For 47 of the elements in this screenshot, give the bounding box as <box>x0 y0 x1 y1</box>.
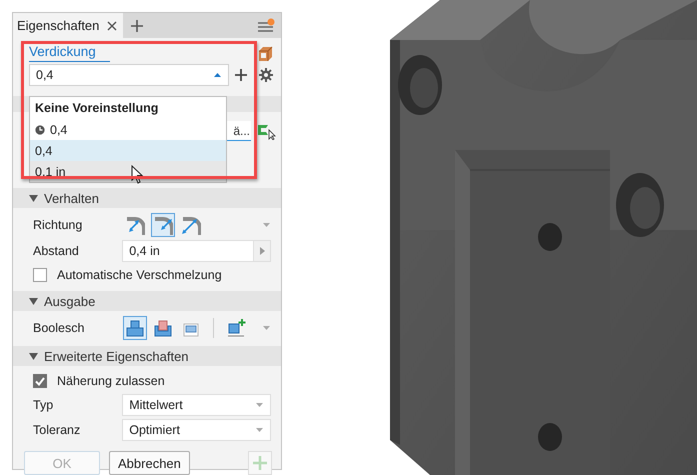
check-icon <box>35 376 45 386</box>
collapse-arrow-icon[interactable] <box>214 72 222 78</box>
cut-solid-icon <box>153 318 173 338</box>
select-field[interactable]: Optimiert <box>122 419 271 441</box>
clock-icon <box>35 124 45 134</box>
dialog-button[interactable]: Abbrechen <box>109 451 190 475</box>
dropdown-header[interactable]: Keine Voreinstellung <box>30 97 226 119</box>
add-icon[interactable] <box>235 69 247 81</box>
field-label: Abstand <box>33 244 80 258</box>
collapse-triangle-icon[interactable] <box>29 352 38 360</box>
field-label: Boolesch <box>33 321 86 335</box>
feature-title[interactable]: Verdickung <box>29 44 110 62</box>
field-label: Typ <box>33 398 54 412</box>
dropdown-arrow-icon[interactable] <box>255 427 264 433</box>
input-field[interactable]: 0,4 in <box>122 240 271 262</box>
cube-icon[interactable] <box>257 46 273 62</box>
panel-tab[interactable]: Eigenschaften <box>13 13 124 38</box>
select-field[interactable]: Mittelwert <box>122 394 271 416</box>
close-icon[interactable] <box>107 20 118 30</box>
collapse-triangle-icon[interactable] <box>29 194 38 202</box>
bend-arrow-icon <box>125 215 145 235</box>
section-header[interactable]: Ausgabe <box>13 291 281 311</box>
option-button[interactable] <box>123 316 147 340</box>
option-button[interactable] <box>151 213 175 237</box>
checkbox-label: Automatische Verschmelzung <box>57 268 222 282</box>
field-label: Richtung <box>33 218 84 232</box>
dropdown-option[interactable]: 0,4 <box>30 140 226 161</box>
join-solid-icon <box>125 318 145 338</box>
dropdown-option[interactable]: 0,4 <box>30 119 226 140</box>
plus-icon <box>252 455 268 471</box>
checkbox-label: Näherung zulassen <box>57 374 165 388</box>
section-header[interactable]: Verhalten <box>13 188 281 208</box>
settings-icon[interactable] <box>259 68 273 82</box>
new-solid-icon <box>226 318 246 338</box>
bend-arrow-icon <box>153 215 173 235</box>
checkbox[interactable] <box>33 374 47 388</box>
section-header[interactable]: Erweiterte Eigenschaften <box>13 346 281 366</box>
select-pointer-icon[interactable] <box>257 122 277 140</box>
preset-combo[interactable]: 0,4 <box>29 64 229 86</box>
dropdown-arrow-icon[interactable] <box>255 402 264 408</box>
checkbox[interactable] <box>33 268 47 282</box>
collapse-triangle-icon[interactable] <box>29 298 38 304</box>
add-tab-icon[interactable] <box>131 20 144 32</box>
menu-icon[interactable] <box>257 18 275 34</box>
bend-double-arrow-icon <box>181 215 201 235</box>
field-label: Toleranz <box>33 423 82 437</box>
expand-arrow-icon[interactable] <box>260 247 264 255</box>
